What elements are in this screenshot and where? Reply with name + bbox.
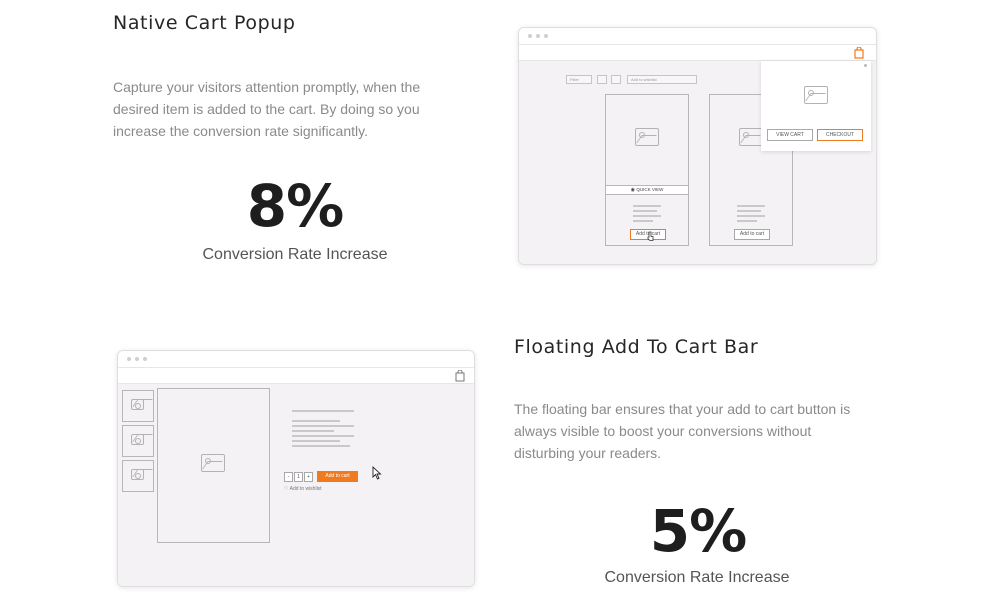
mock-thumbnail-3 [122, 460, 154, 492]
mouse-cursor-icon [372, 466, 382, 480]
mock-thumbnail-1 [122, 390, 154, 422]
mock-product-text [292, 410, 354, 450]
image-placeholder-icon [131, 399, 144, 410]
bar-section-description: The floating bar ensures that your add t… [514, 398, 894, 464]
browser-urlbar [519, 45, 876, 61]
shopping-bag-icon [854, 47, 864, 59]
bar-desc-line-2: always visible to boost your conversions… [514, 423, 812, 439]
window-dots [127, 357, 147, 361]
mock-page-canvas: Filter Add to wishlist ◉ QUICK VIEW Add … [519, 61, 876, 264]
image-placeholder-icon [804, 86, 828, 104]
browser-topbar [519, 28, 876, 45]
mock-wishlist-pill: Add to wishlist [627, 75, 697, 84]
floating-bar-mockup: - 1 + Add to cart ♡ Add to wishlist [117, 350, 475, 587]
image-placeholder-icon [131, 469, 144, 480]
mock-grid-pill [597, 75, 607, 84]
mock-text-lines [737, 205, 765, 225]
mock-quick-view-bar: ◉ QUICK VIEW [606, 185, 688, 195]
mock-filter-pill: Filter [566, 75, 592, 84]
mock-thumbnail-2 [122, 425, 154, 457]
popup-section-description: Capture your visitors attention promptly… [113, 76, 473, 142]
bar-stat-value: 5% [649, 497, 747, 565]
mock-cart-popup: VIEW CART CHECKOUT [761, 61, 871, 151]
mock-main-product-image [157, 388, 270, 543]
browser-topbar [118, 351, 474, 368]
wishlist-label: Add to wishlist [289, 486, 322, 492]
bar-section-title: Floating Add To Cart Bar [514, 336, 759, 358]
popup-stat-label: Conversion Rate Increase [202, 246, 388, 263]
mock-qty-value: 1 [294, 472, 303, 482]
popup-desc-line-1: Capture your visitors attention promptly… [113, 79, 421, 95]
popup-section-title: Native Cart Popup [113, 12, 296, 34]
mock-product-card-left: ◉ QUICK VIEW Add to cart [605, 94, 689, 246]
heart-icon: ♡ [284, 486, 289, 492]
image-placeholder-icon [739, 128, 763, 146]
image-placeholder-icon [201, 454, 225, 472]
mock-qty-plus: + [304, 472, 313, 482]
popup-close-dot [864, 64, 867, 67]
shopping-bag-icon [455, 370, 465, 382]
browser-urlbar [118, 368, 474, 384]
mock-qty-minus: - [284, 472, 293, 482]
popup-stat-value: 8% [246, 172, 344, 240]
mock-list-pill [611, 75, 621, 84]
image-placeholder-icon [131, 434, 144, 445]
mock-text-lines [633, 205, 661, 225]
bar-desc-line-1: The floating bar ensures that your add t… [514, 401, 851, 417]
mock-add-to-cart-right: Add to cart [734, 229, 770, 240]
popup-desc-line-3: increase the conversion rate significant… [113, 123, 368, 139]
mock-wishlist-link: ♡ Add to wishlist [284, 486, 322, 492]
quick-view-label: QUICK VIEW [636, 187, 664, 192]
hand-pointer-icon [647, 231, 654, 241]
mock-page-canvas: - 1 + Add to cart ♡ Add to wishlist [118, 384, 474, 586]
popup-desc-line-2: desired item is added to the cart. By do… [113, 101, 420, 117]
mock-checkout-button: CHECKOUT [817, 129, 863, 141]
cart-popup-mockup: Filter Add to wishlist ◉ QUICK VIEW Add … [518, 27, 877, 265]
mock-add-to-cart-button: Add to cart [317, 471, 358, 482]
image-placeholder-icon [635, 128, 659, 146]
bar-stat-label: Conversion Rate Increase [604, 569, 790, 586]
mock-view-cart-button: VIEW CART [767, 129, 813, 141]
eye-icon: ◉ [630, 187, 636, 193]
window-dots [528, 34, 548, 38]
bar-desc-line-3: disturbing your readers. [514, 445, 662, 461]
